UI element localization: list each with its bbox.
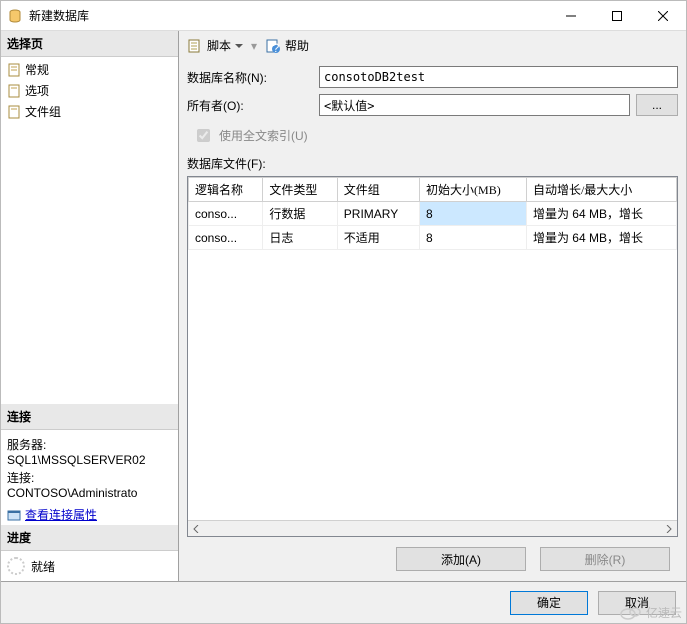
svg-text:?: ? bbox=[273, 41, 280, 54]
help-button[interactable]: 帮助 bbox=[285, 37, 309, 54]
script-icon bbox=[187, 38, 203, 54]
view-connection-properties-link[interactable]: 查看连接属性 bbox=[1, 504, 178, 525]
page-icon bbox=[7, 84, 21, 98]
script-button[interactable]: 脚本 bbox=[207, 37, 231, 54]
table-row[interactable]: conso... 日志 不适用 8 增量为 64 MB，增长 bbox=[189, 226, 677, 250]
form-area: 数据库名称(N): 所有者(O): ... 使用全文索引(U) bbox=[179, 60, 686, 153]
add-button[interactable]: 添加(A) bbox=[396, 547, 526, 571]
sidebar-item-label: 选项 bbox=[25, 82, 49, 99]
col-init-size[interactable]: 初始大小(MB) bbox=[420, 178, 527, 202]
fulltext-checkbox bbox=[197, 129, 210, 142]
conn-value: CONTOSO\Administrato bbox=[7, 486, 172, 500]
scroll-right-icon[interactable] bbox=[661, 521, 677, 537]
database-icon bbox=[7, 8, 23, 24]
sidebar-item-label: 文件组 bbox=[25, 103, 61, 120]
server-label: 服务器: bbox=[7, 436, 172, 453]
files-grid[interactable]: 逻辑名称 文件类型 文件组 初始大小(MB) 自动增长/最大大小 conso..… bbox=[187, 176, 678, 537]
sidebar-item-filegroups[interactable]: 文件组 bbox=[1, 101, 178, 122]
select-page-header: 选择页 bbox=[1, 31, 178, 57]
spinner-icon bbox=[7, 557, 25, 575]
page-icon bbox=[7, 105, 21, 119]
scroll-left-icon[interactable] bbox=[188, 521, 204, 537]
properties-icon bbox=[7, 508, 21, 522]
dropdown-icon[interactable] bbox=[235, 42, 243, 50]
fulltext-label: 使用全文索引(U) bbox=[219, 127, 308, 144]
db-name-label: 数据库名称(N): bbox=[187, 69, 319, 86]
toolbar: 脚本 ▾ ? 帮助 bbox=[179, 31, 686, 60]
owner-input[interactable] bbox=[319, 94, 630, 116]
sidebar: 选择页 常规 选项 文件组 连接 服务器: SQL1\MSSQLS bbox=[1, 31, 179, 581]
main-panel: 脚本 ▾ ? 帮助 数据库名称(N): 所有者(O): ... 使用 bbox=[179, 31, 686, 581]
sidebar-item-options[interactable]: 选项 bbox=[1, 80, 178, 101]
col-logical-name[interactable]: 逻辑名称 bbox=[189, 178, 263, 202]
owner-label: 所有者(O): bbox=[187, 97, 319, 114]
window-title: 新建数据库 bbox=[29, 7, 548, 24]
maximize-button[interactable] bbox=[594, 1, 640, 31]
table-row[interactable]: conso... 行数据 PRIMARY 8 增量为 64 MB，增长 bbox=[189, 202, 677, 226]
col-file-type[interactable]: 文件类型 bbox=[263, 178, 337, 202]
watermark: 亿速云 bbox=[620, 604, 682, 621]
conn-label: 连接: bbox=[7, 469, 172, 486]
connection-info: 服务器: SQL1\MSSQLSERVER02 连接: CONTOSO\Admi… bbox=[1, 430, 178, 504]
dialog-window: 新建数据库 选择页 常规 选项 文件组 连接 bbox=[0, 0, 687, 624]
title-bar[interactable]: 新建数据库 bbox=[1, 1, 686, 31]
ok-button[interactable]: 确定 bbox=[510, 591, 588, 615]
files-label: 数据库文件(F): bbox=[187, 153, 678, 176]
page-list: 常规 选项 文件组 bbox=[1, 57, 178, 124]
help-icon: ? bbox=[265, 38, 281, 54]
connection-header: 连接 bbox=[1, 404, 178, 430]
progress-header: 进度 bbox=[1, 525, 178, 551]
delete-button: 删除(R) bbox=[540, 547, 670, 571]
minimize-button[interactable] bbox=[548, 1, 594, 31]
col-filegroup[interactable]: 文件组 bbox=[337, 178, 419, 202]
sidebar-item-general[interactable]: 常规 bbox=[1, 59, 178, 80]
dialog-footer: 确定 取消 亿速云 bbox=[1, 581, 686, 623]
owner-browse-button[interactable]: ... bbox=[636, 94, 678, 116]
sidebar-item-label: 常规 bbox=[25, 61, 49, 78]
server-value: SQL1\MSSQLSERVER02 bbox=[7, 453, 172, 467]
selected-cell[interactable]: 8 bbox=[420, 202, 527, 226]
col-autogrowth[interactable]: 自动增长/最大大小 bbox=[526, 178, 676, 202]
progress-status: 就绪 bbox=[31, 558, 55, 575]
db-name-input[interactable] bbox=[319, 66, 678, 88]
progress-status-row: 就绪 bbox=[1, 551, 178, 581]
horizontal-scrollbar[interactable] bbox=[188, 520, 677, 536]
close-button[interactable] bbox=[640, 1, 686, 31]
page-icon bbox=[7, 63, 21, 77]
